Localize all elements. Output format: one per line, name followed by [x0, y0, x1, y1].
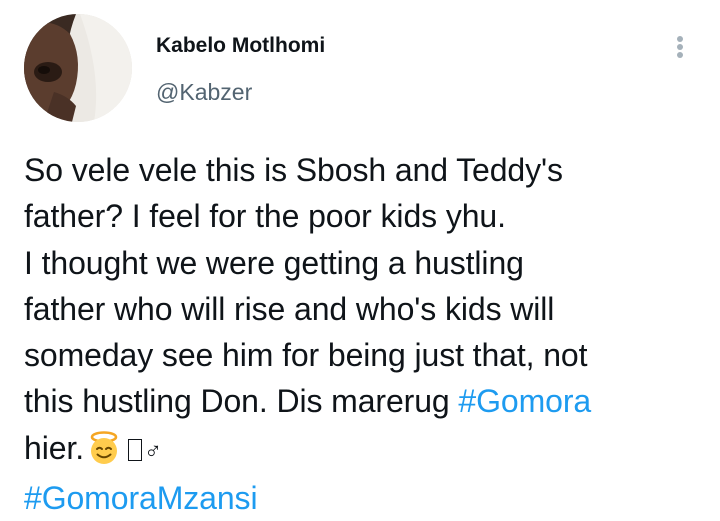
tweet-line-text: this hustling Don. Dis marerug [24, 383, 459, 420]
tweet-line: someday see him for being just that, not [24, 337, 588, 374]
author-name[interactable]: Kabelo Motlhomi [156, 34, 325, 58]
tweet-line: #GomoraMzansi [24, 475, 704, 521]
tweet-line: I thought we were getting a hustling [24, 244, 524, 281]
tweet-line: father? I feel for the poor kids yhu. [24, 198, 506, 235]
more-options-button[interactable] [666, 30, 694, 64]
tweet-line-text: hier. [24, 429, 84, 466]
missing-glyph-box [128, 438, 142, 461]
tweet-line: hier. ♂ [24, 425, 704, 475]
tweet-line: father who will rise and who's kids will [24, 290, 555, 327]
tweet-line: So vele vele this is Sbosh and Teddy's [24, 152, 563, 188]
tweet-line: this hustling Don. Dis marerug #Gomora [24, 378, 704, 424]
tweet-text: So vele vele this is Sbosh and Teddy's f… [24, 147, 704, 521]
avatar[interactable] [24, 14, 132, 122]
hashtag-link-gomoramzansi[interactable]: #GomoraMzansi [24, 480, 258, 516]
avatar-photo [24, 14, 132, 122]
male-sign: ♂ [144, 437, 162, 465]
author-handle[interactable]: @Kabzer [156, 79, 252, 106]
hashtag-link-gomora[interactable]: #Gomora [458, 383, 591, 419]
face-with-halo-emoji [86, 430, 122, 466]
tweet-card: Kabelo Motlhomi @Kabzer So vele vele thi… [0, 0, 720, 519]
